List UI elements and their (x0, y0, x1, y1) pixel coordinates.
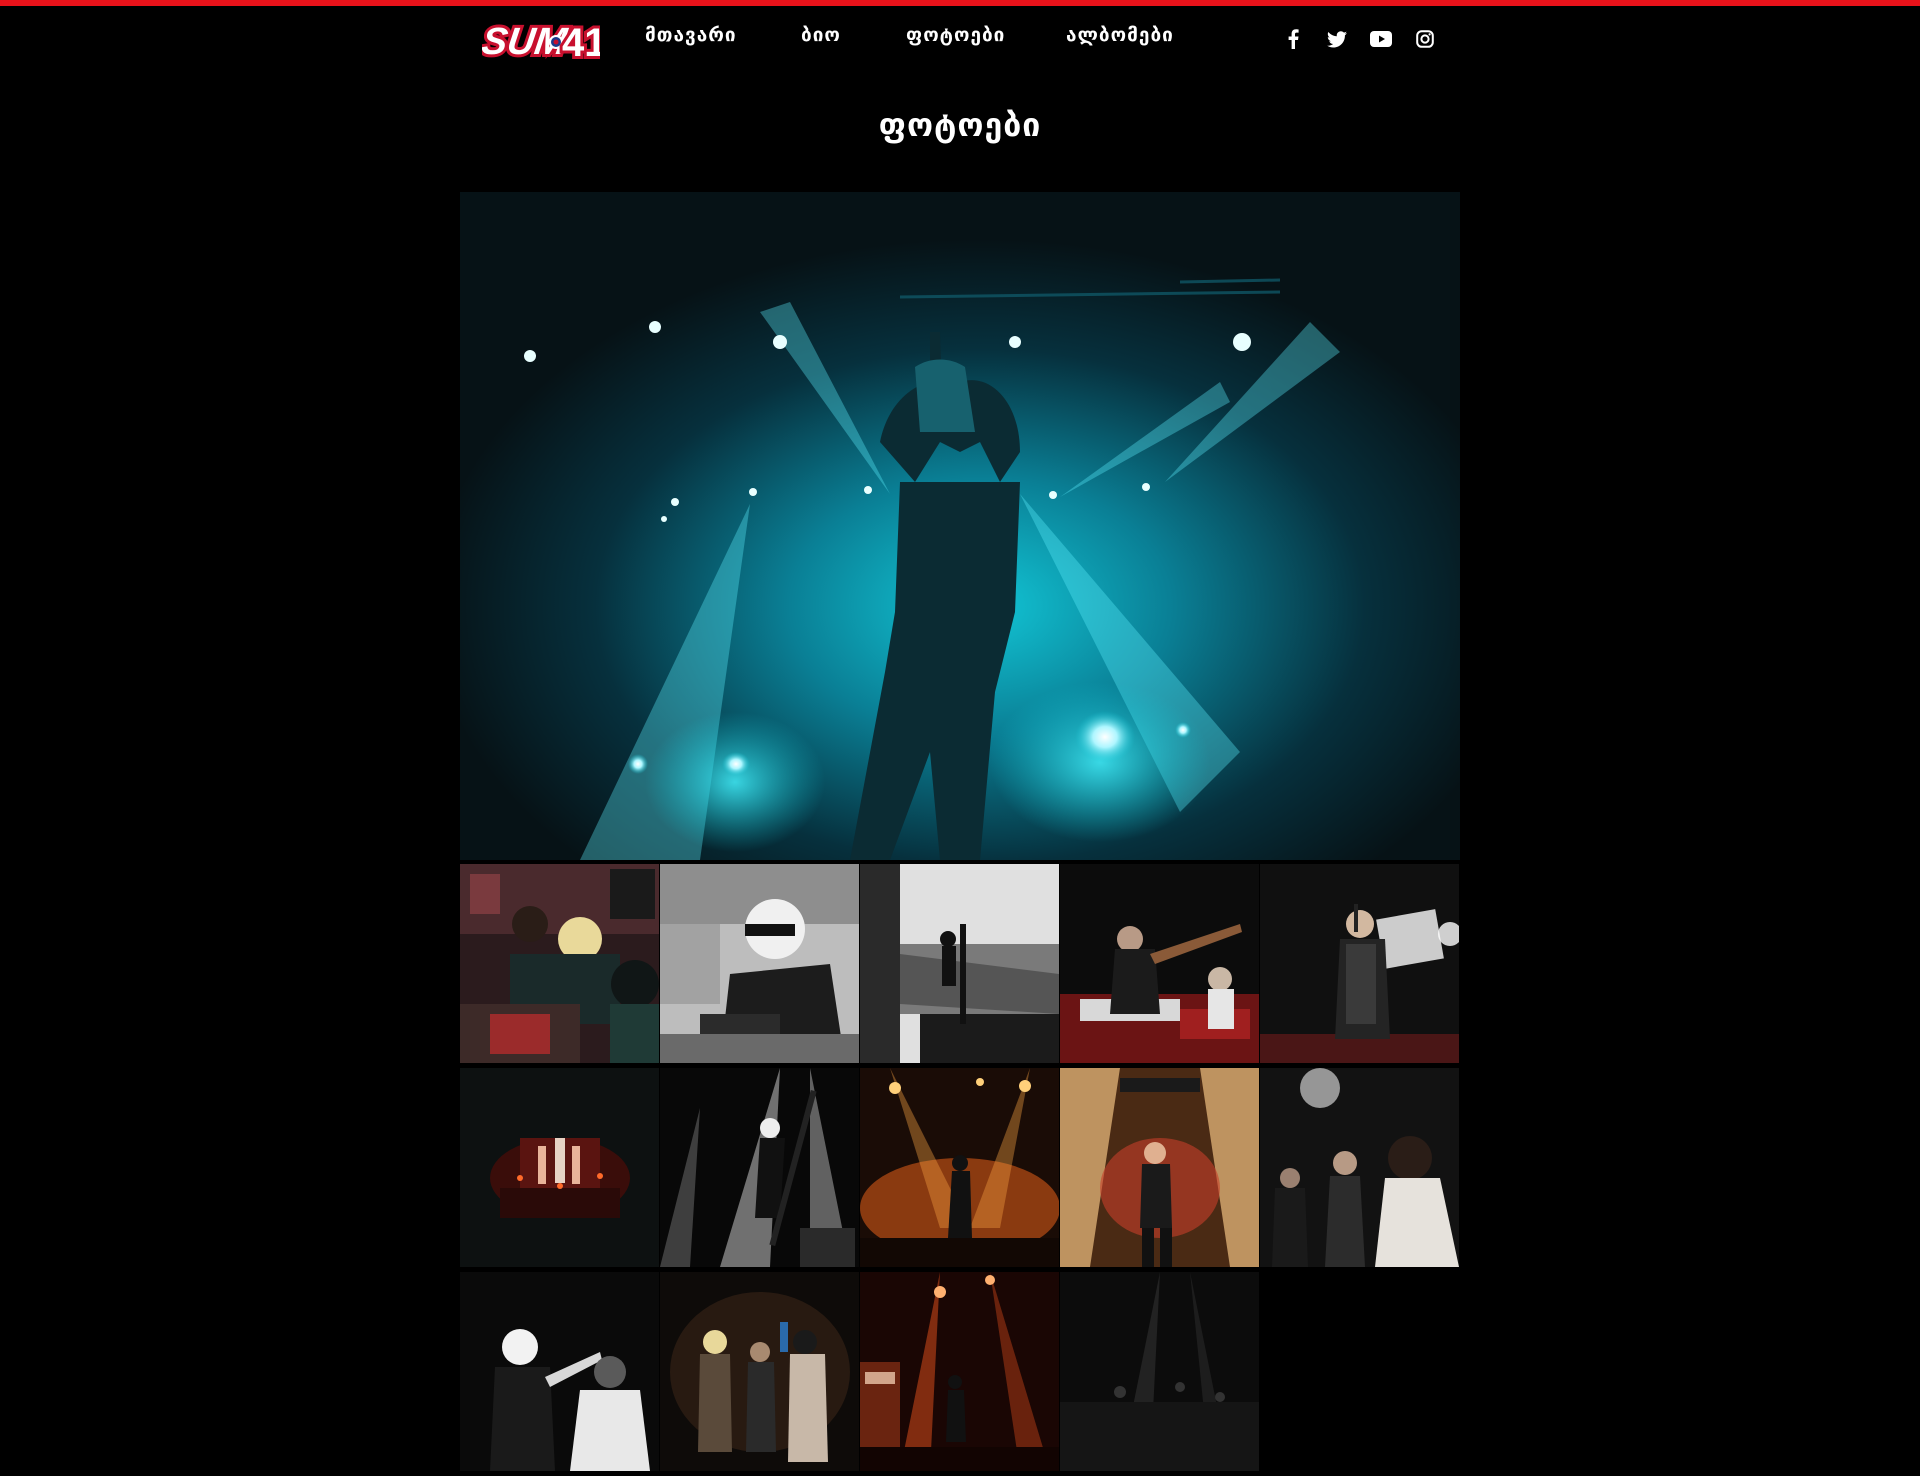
gallery-thumbnail[interactable] (1060, 1068, 1259, 1267)
gallery-thumbnail[interactable] (860, 1272, 1059, 1471)
gallery-thumbnail[interactable] (660, 1272, 859, 1471)
gallery-thumbnail[interactable] (460, 1272, 659, 1471)
youtube-icon[interactable] (1368, 26, 1394, 52)
nav-item-bio[interactable]: ბიო (801, 24, 841, 46)
sum41-logo[interactable]: SUM SUM 41 41 (482, 14, 600, 64)
twitter-icon[interactable] (1324, 26, 1350, 52)
page-title: ფოტოები (878, 106, 1042, 144)
nav-item-photos[interactable]: ფოტოები (906, 24, 1005, 46)
site-header: SUM SUM 41 41 მთავარი ბიო ფოტოები ალბომე… (460, 6, 1460, 70)
gallery-thumbnail[interactable] (1060, 864, 1259, 1063)
gallery-thumbnail[interactable] (860, 864, 1059, 1063)
svg-text:41: 41 (562, 21, 600, 64)
gallery-thumbnail[interactable] (660, 1068, 859, 1267)
gallery-thumbnail[interactable] (860, 1068, 1059, 1267)
instagram-icon[interactable] (1412, 26, 1438, 52)
nav-item-home[interactable]: მთავარი (645, 24, 737, 46)
gallery-thumbnail[interactable] (1060, 1272, 1259, 1471)
gallery-thumbnail[interactable] (1260, 864, 1459, 1063)
gallery-thumbnail[interactable] (660, 864, 859, 1063)
gallery-thumbnail[interactable] (1260, 1068, 1459, 1267)
nav-item-albums[interactable]: ალბომები (1066, 24, 1174, 46)
facebook-icon[interactable] (1280, 26, 1306, 52)
gallery-thumbnail[interactable] (460, 1068, 659, 1267)
gallery-hero-photo[interactable] (460, 192, 1460, 860)
gallery-thumbnail[interactable] (460, 864, 659, 1063)
